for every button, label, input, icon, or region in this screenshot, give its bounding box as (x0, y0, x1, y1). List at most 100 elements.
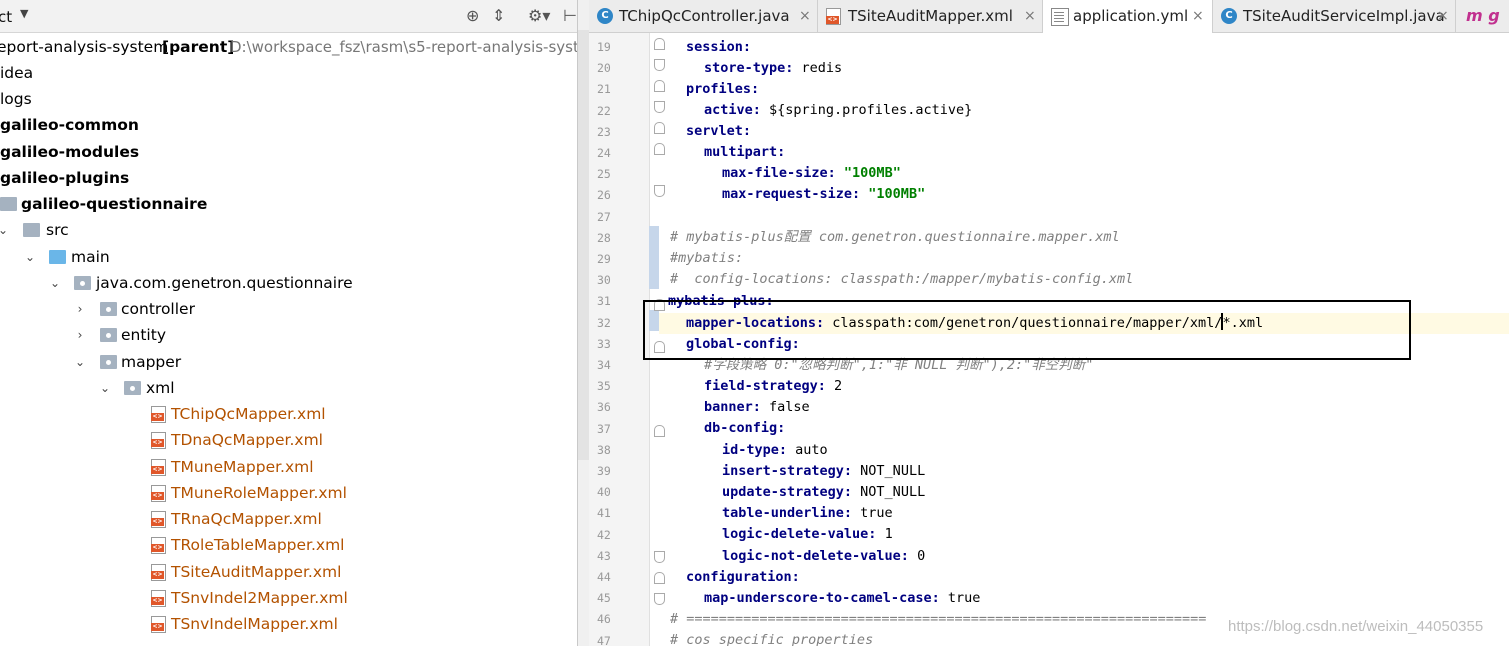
fold-icon[interactable] (654, 572, 665, 584)
yaml-key: servlet: (686, 123, 752, 139)
package-icon (100, 302, 117, 316)
line-number: 32 (597, 315, 611, 330)
tree-label: idea (0, 64, 34, 82)
yaml-key: id-type: (722, 442, 788, 458)
yaml-key: logic-not-delete-value: (722, 548, 909, 564)
tree-label: TSiteAuditMapper.xml (171, 563, 342, 581)
yaml-value: ${spring.profiles.active} (760, 102, 973, 118)
package-icon (100, 328, 117, 342)
chevron-down-icon[interactable]: ⌄ (48, 270, 62, 296)
chevron-down-icon[interactable]: ⌄ (98, 375, 112, 401)
collapse-icon[interactable]: ⇕ (492, 6, 505, 25)
tree-label: galileo-questionnaire (21, 195, 208, 213)
close-icon[interactable]: × (1192, 0, 1204, 32)
vcs-change-marker[interactable] (649, 226, 659, 289)
tree-label: TRoleTableMapper.xml (171, 536, 345, 554)
tree-item-root[interactable]: eport-analysis-system [parent] D:\worksp… (0, 34, 578, 60)
yaml-key: configuration: (686, 569, 800, 585)
line-number: 28 (597, 230, 611, 245)
tree-label: TSnvIndelMapper.xml (171, 615, 338, 633)
line-number: 34 (597, 358, 611, 372)
fold-icon[interactable] (654, 101, 665, 113)
xml-file-icon (151, 537, 166, 554)
line-number: 46 (597, 612, 611, 627)
chevron-down-icon[interactable]: ▼ (20, 7, 28, 20)
chevron-down-icon[interactable]: ⌄ (23, 244, 37, 270)
package-icon (124, 381, 141, 395)
line-number: 26 (597, 188, 611, 203)
tab-tsiteaudit-mapper[interactable]: TSiteAuditMapper.xml × (818, 0, 1043, 32)
fold-icon[interactable] (654, 59, 665, 71)
yaml-key: map-underscore-to-camel-case: (704, 590, 940, 606)
java-class-icon: C (597, 8, 613, 24)
chevron-right-icon[interactable]: › (73, 322, 87, 348)
fold-icon[interactable] (654, 593, 665, 605)
editor-tab-bar: C TChipQcController.java × TSiteAuditMap… (589, 0, 1509, 33)
tab-label: m g (1466, 6, 1500, 25)
line-number: 22 (597, 103, 611, 118)
code-line-22: active: ${spring.profiles.active} (704, 100, 972, 121)
tab-label: TChipQcController.java (619, 7, 790, 25)
tab-tchipqc-controller[interactable]: C TChipQcController.java × (589, 0, 818, 32)
tree-label: TChipQcMapper.xml (171, 405, 326, 423)
chevron-right-icon[interactable]: › (73, 296, 87, 322)
code-line-29: #mybatis: (670, 250, 744, 266)
project-panel-title[interactable]: ct (0, 8, 12, 26)
line-number: 20 (597, 61, 611, 76)
close-icon[interactable]: × (799, 0, 811, 32)
line-number: 29 (597, 252, 611, 266)
fold-icon[interactable] (654, 143, 665, 155)
line-number: 31 (597, 294, 611, 309)
tree-label: TDnaQcMapper.xml (171, 431, 323, 449)
chevron-down-icon[interactable]: ⌄ (73, 349, 87, 375)
tree-label: TMuneRoleMapper.xml (171, 484, 347, 502)
gear-icon[interactable]: ⚙▾ (528, 6, 550, 25)
fold-icon[interactable] (654, 425, 665, 437)
target-icon[interactable]: ⊕ (466, 6, 479, 25)
yaml-string: "100MB" (860, 186, 926, 202)
yaml-key: update-strategy: (722, 484, 853, 500)
close-icon[interactable]: × (1024, 0, 1036, 32)
xml-file-icon (151, 459, 166, 476)
code-line-35: field-strategy: 2 (704, 376, 842, 397)
tree-label: src (46, 221, 69, 239)
yaml-string: "100MB" (835, 165, 901, 181)
code-line-40: update-strategy: NOT_NULL (722, 482, 925, 503)
tree-label: main (71, 248, 110, 266)
yaml-value: false (760, 399, 810, 415)
fold-icon[interactable] (654, 185, 665, 197)
yaml-key: db-config: (704, 420, 786, 436)
tree-label: galileo-common (0, 116, 139, 134)
tree-label: TSnvIndel2Mapper.xml (171, 589, 348, 607)
yaml-value: NOT_NULL (852, 463, 926, 479)
fold-icon[interactable] (654, 122, 665, 134)
tab-application-yml[interactable]: application.yml × (1043, 0, 1213, 33)
hide-icon[interactable]: ⊢ (563, 6, 577, 25)
code-line-47: # cos specific properties (670, 632, 874, 646)
xml-file-icon (151, 485, 166, 502)
code-line-19: session: (686, 37, 751, 58)
xml-file-icon (826, 8, 841, 25)
xml-file-icon (151, 590, 166, 607)
yaml-value: auto (787, 442, 828, 458)
code-line-46: # ======================================… (670, 611, 1207, 627)
fold-icon[interactable] (654, 551, 665, 563)
tree-label: galileo-modules (0, 143, 140, 161)
chevron-down-icon[interactable]: ⌄ (0, 217, 10, 243)
line-number: 19 (597, 40, 611, 54)
java-class-icon: C (1221, 8, 1237, 24)
code-line-44: configuration: (686, 567, 800, 588)
line-number: 36 (597, 400, 611, 415)
xml-file-icon (151, 616, 166, 633)
yaml-key: session: (686, 39, 752, 55)
fold-icon[interactable] (654, 38, 665, 50)
tab-overflow[interactable]: m g (1456, 0, 1509, 32)
yaml-value: true (852, 505, 893, 521)
tab-tsiteaudit-service-impl[interactable]: C TSiteAuditServiceImpl.java × (1213, 0, 1456, 32)
tab-label: TSiteAuditMapper.xml (848, 7, 1013, 25)
yaml-key: max-request-size: (722, 186, 861, 202)
code-line-25: max-file-size: "100MB" (722, 163, 901, 184)
fold-icon[interactable] (654, 80, 665, 92)
code-line-37: db-config: (704, 418, 785, 439)
close-icon[interactable]: × (1437, 0, 1449, 32)
